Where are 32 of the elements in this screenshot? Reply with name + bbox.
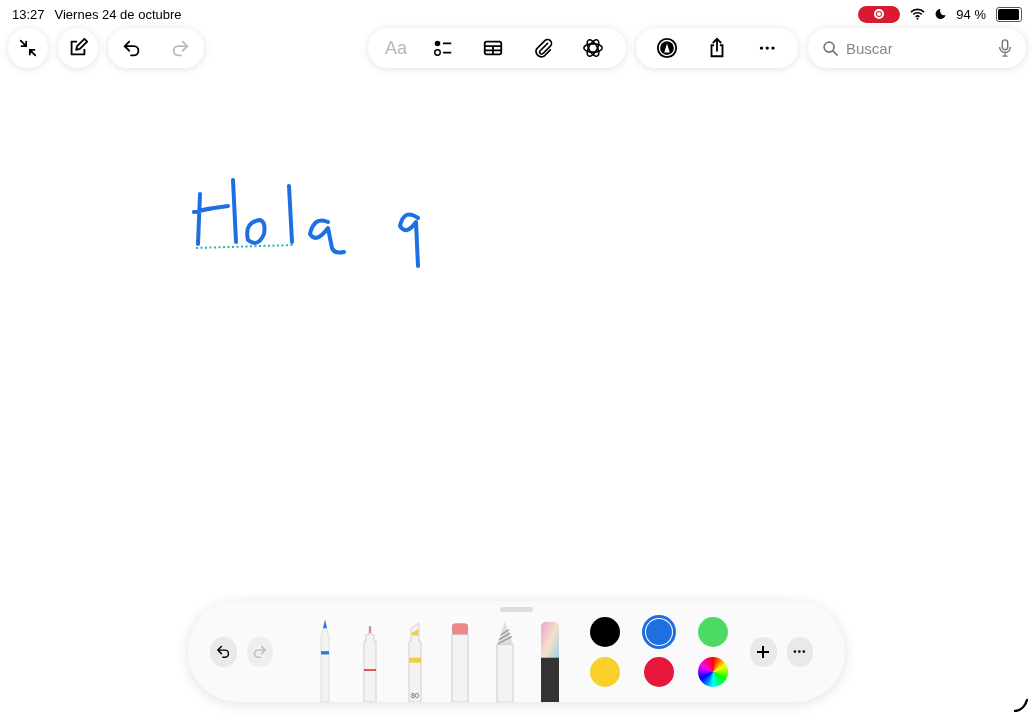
more-icon <box>758 45 776 51</box>
search-field[interactable]: Buscar <box>808 28 1026 68</box>
undo-button[interactable] <box>210 636 237 667</box>
compose-button[interactable] <box>58 28 98 68</box>
more-button[interactable] <box>786 636 813 667</box>
redo-icon <box>251 643 269 660</box>
color-swatch[interactable] <box>590 656 620 687</box>
color-wheel-swatch[interactable] <box>698 656 728 687</box>
battery-percentage: 94 % <box>956 6 986 22</box>
pen-tip-circle-icon <box>656 37 678 59</box>
status-date: Viernes 24 de octubre <box>54 6 182 22</box>
atom-icon <box>582 37 604 59</box>
color-swatch[interactable] <box>644 656 674 687</box>
pencil-hover-indicator-icon <box>1014 698 1028 712</box>
drag-handle[interactable] <box>500 607 533 612</box>
battery-icon <box>996 6 1022 22</box>
color-swatch[interactable] <box>590 616 620 647</box>
color-swatch[interactable] <box>698 616 728 647</box>
microphone-icon <box>998 39 1012 57</box>
collapse-button[interactable] <box>8 28 48 68</box>
wifi-icon <box>910 8 926 20</box>
plus-icon <box>756 644 771 659</box>
color-swatch[interactable] <box>644 616 674 647</box>
crayon-tool[interactable] <box>538 620 562 702</box>
status-time: 13:27 <box>12 6 45 22</box>
search-icon <box>822 40 839 57</box>
paperclip-icon <box>532 37 554 59</box>
moon-icon <box>935 8 947 20</box>
collapse-arrows-icon <box>17 37 39 59</box>
more-icon <box>793 649 807 654</box>
undo-icon <box>214 643 232 660</box>
add-button[interactable] <box>750 636 777 667</box>
